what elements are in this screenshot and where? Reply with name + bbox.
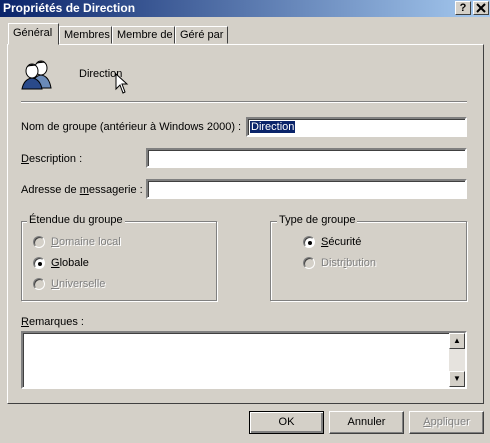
- radio-domain-local-label: Domaine local: [51, 236, 121, 248]
- users-group-icon: [21, 58, 53, 93]
- radio-checked-dot: [38, 262, 42, 266]
- separator-highlight: [21, 102, 467, 103]
- radio-checked-dot: [308, 241, 312, 245]
- description-input[interactable]: [146, 148, 467, 168]
- mouse-cursor-icon: [115, 72, 129, 98]
- radio-universal-label: Universelle: [51, 278, 106, 290]
- scroll-up-button[interactable]: ▲: [449, 333, 465, 349]
- tab-member-of[interactable]: Membre de: [112, 26, 175, 44]
- ok-button[interactable]: OK: [249, 411, 324, 434]
- email-input[interactable]: [146, 179, 467, 199]
- close-button[interactable]: [473, 1, 489, 15]
- close-icon: [476, 3, 486, 13]
- notes-scrollbar[interactable]: ▲ ▼: [449, 333, 465, 387]
- email-label: Adresse de messagerie :: [21, 184, 143, 196]
- cancel-button[interactable]: Annuler: [329, 411, 404, 434]
- window-title: Propriétés de Direction: [3, 1, 136, 15]
- scroll-down-button[interactable]: ▼: [449, 371, 465, 387]
- prewin2000-name-input[interactable]: Direction: [246, 117, 467, 137]
- radio-security[interactable]: [303, 236, 315, 248]
- tab-managed-by[interactable]: Géré par: [175, 26, 228, 44]
- group-type-title: Type de groupe: [277, 214, 358, 226]
- radio-distribution[interactable]: [303, 257, 315, 269]
- notes-label: Remarques :: [21, 316, 84, 328]
- tab-general[interactable]: Général: [8, 23, 59, 45]
- radio-distribution-label: Distribution: [321, 257, 377, 269]
- prewin2000-label: Nom de groupe (antérieur à Windows 2000)…: [21, 121, 242, 133]
- radio-domain-local[interactable]: [33, 236, 45, 248]
- radio-global[interactable]: [33, 257, 45, 269]
- apply-button[interactable]: Appliquer: [409, 411, 484, 434]
- radio-security-label: Sécurité: [321, 236, 362, 248]
- tab-members[interactable]: Membres: [59, 26, 112, 44]
- description-label: Description :: [21, 153, 83, 165]
- notes-textarea[interactable]: ▲ ▼: [21, 331, 467, 389]
- group-scope-title: Étendue du groupe: [27, 214, 125, 226]
- prewin2000-name-value: Direction: [250, 121, 296, 133]
- radio-global-label: Globale: [51, 257, 89, 269]
- radio-universal[interactable]: [33, 278, 45, 290]
- help-button[interactable]: ?: [455, 1, 471, 15]
